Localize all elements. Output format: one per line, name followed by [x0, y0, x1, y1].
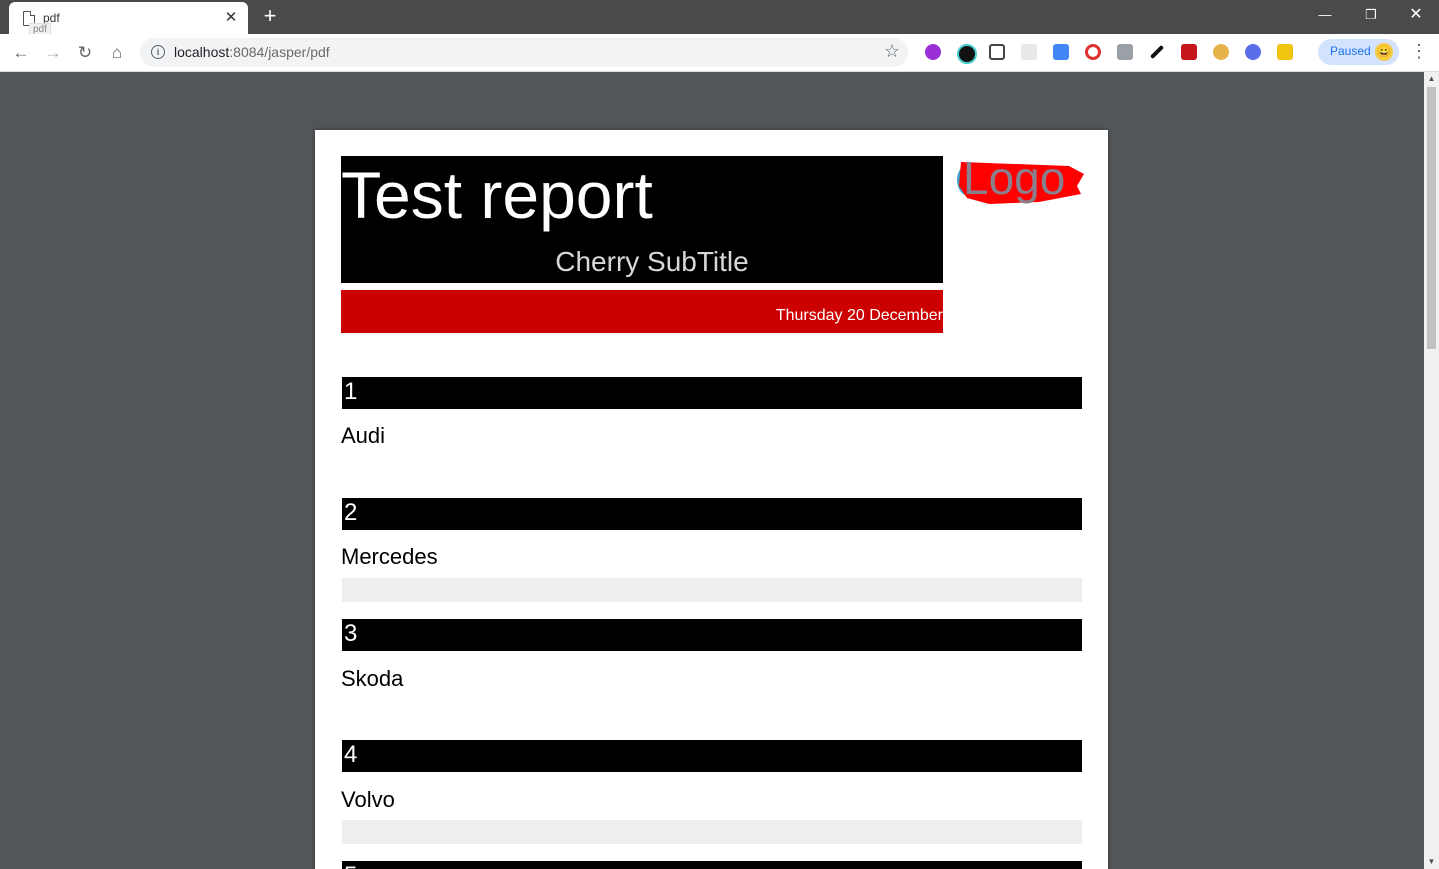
r-ext-icon[interactable] [1245, 44, 1261, 60]
pdf-viewer: Test report Cherry SubTitle Thursday 20 … [0, 72, 1424, 869]
row-number: 5 [344, 862, 357, 869]
row-number: 1 [344, 378, 358, 405]
row-number: 2 [344, 499, 358, 526]
row-number: 3 [344, 620, 358, 647]
url-path: :8084/jasper/pdf [229, 44, 330, 60]
refresh-red-icon[interactable] [1085, 44, 1101, 60]
car-name: Volvo [341, 787, 395, 812]
row-separator [342, 578, 1082, 602]
scroll-up-icon[interactable]: ▲ [1424, 72, 1439, 86]
report-title: Test report [341, 158, 653, 232]
row-number: 4 [344, 741, 358, 768]
scroll-down-icon[interactable]: ▼ [1424, 855, 1439, 869]
tab-pdf[interactable]: pdf pdf ✕ [9, 2, 248, 36]
cors-icon[interactable] [1181, 44, 1197, 60]
inbox-ext-icon[interactable] [989, 44, 1005, 60]
profile-button[interactable]: Paused 😀 [1318, 39, 1399, 65]
mail-ext-icon[interactable] [1277, 44, 1293, 60]
report-subtitle: Cherry SubTitle [555, 246, 749, 277]
profile-status: Paused [1330, 44, 1371, 58]
address-bar[interactable]: i localhost:8084/jasper/pdf ☆ [140, 38, 908, 67]
car-name: Skoda [341, 666, 404, 691]
pdf-page: Test report Cherry SubTitle Thursday 20 … [315, 130, 1108, 869]
browser-toolbar: ← → ↻ ⌂ i localhost:8084/jasper/pdf ☆ Pa… [0, 34, 1439, 72]
close-tab-icon[interactable]: ✕ [222, 8, 240, 26]
minimize-icon[interactable]: — [1302, 0, 1348, 30]
glasses-icon[interactable] [1213, 44, 1229, 60]
logo-image: Logo [957, 156, 1084, 204]
avatar-icon: 😀 [1375, 43, 1393, 61]
pen-icon[interactable] [1149, 44, 1165, 60]
forward-icon[interactable]: → [40, 40, 66, 66]
purple-ext-icon[interactable] [925, 44, 941, 60]
puzzle-icon[interactable] [1117, 44, 1133, 60]
logo-text: Logo [963, 156, 1065, 204]
car-name: Mercedes [341, 544, 438, 569]
scrollbar-thumb[interactable] [1427, 87, 1436, 349]
row-number-bar: 5 [342, 861, 1082, 869]
close-window-icon[interactable]: ✕ [1393, 0, 1439, 30]
row-number-bar: 2 [342, 498, 1082, 530]
scrollbar[interactable]: ▲ ▼ [1424, 72, 1439, 869]
home-icon[interactable]: ⌂ [104, 40, 130, 66]
back-icon[interactable]: ← [8, 40, 34, 66]
new-tab-button[interactable]: + [258, 4, 282, 28]
translate-icon[interactable] [1053, 44, 1069, 60]
date-bar: Thursday 20 December [341, 290, 943, 333]
tab-strip: pdf pdf ✕ + — ❐ ✕ [0, 0, 1439, 36]
row-separator [342, 820, 1082, 844]
car-name: Audi [341, 423, 386, 448]
star-icon[interactable]: ☆ [884, 41, 900, 62]
report-header: Test report Cherry SubTitle [341, 156, 943, 283]
info-icon[interactable]: i [151, 45, 165, 59]
restore-icon[interactable]: ❐ [1348, 0, 1394, 30]
url-text: localhost:8084/jasper/pdf [174, 44, 330, 60]
grid-ext-icon[interactable] [1021, 44, 1037, 60]
color-wheel-icon[interactable] [957, 44, 977, 64]
row-number-bar: 4 [342, 740, 1082, 772]
menu-icon[interactable]: ⋮ [1410, 41, 1428, 62]
row-number-bar: 1 [342, 377, 1082, 409]
row-number-bar: 3 [342, 619, 1082, 651]
reload-icon[interactable]: ↻ [72, 40, 98, 66]
url-host: localhost [174, 44, 230, 60]
report-date: Thursday 20 December [775, 307, 943, 324]
